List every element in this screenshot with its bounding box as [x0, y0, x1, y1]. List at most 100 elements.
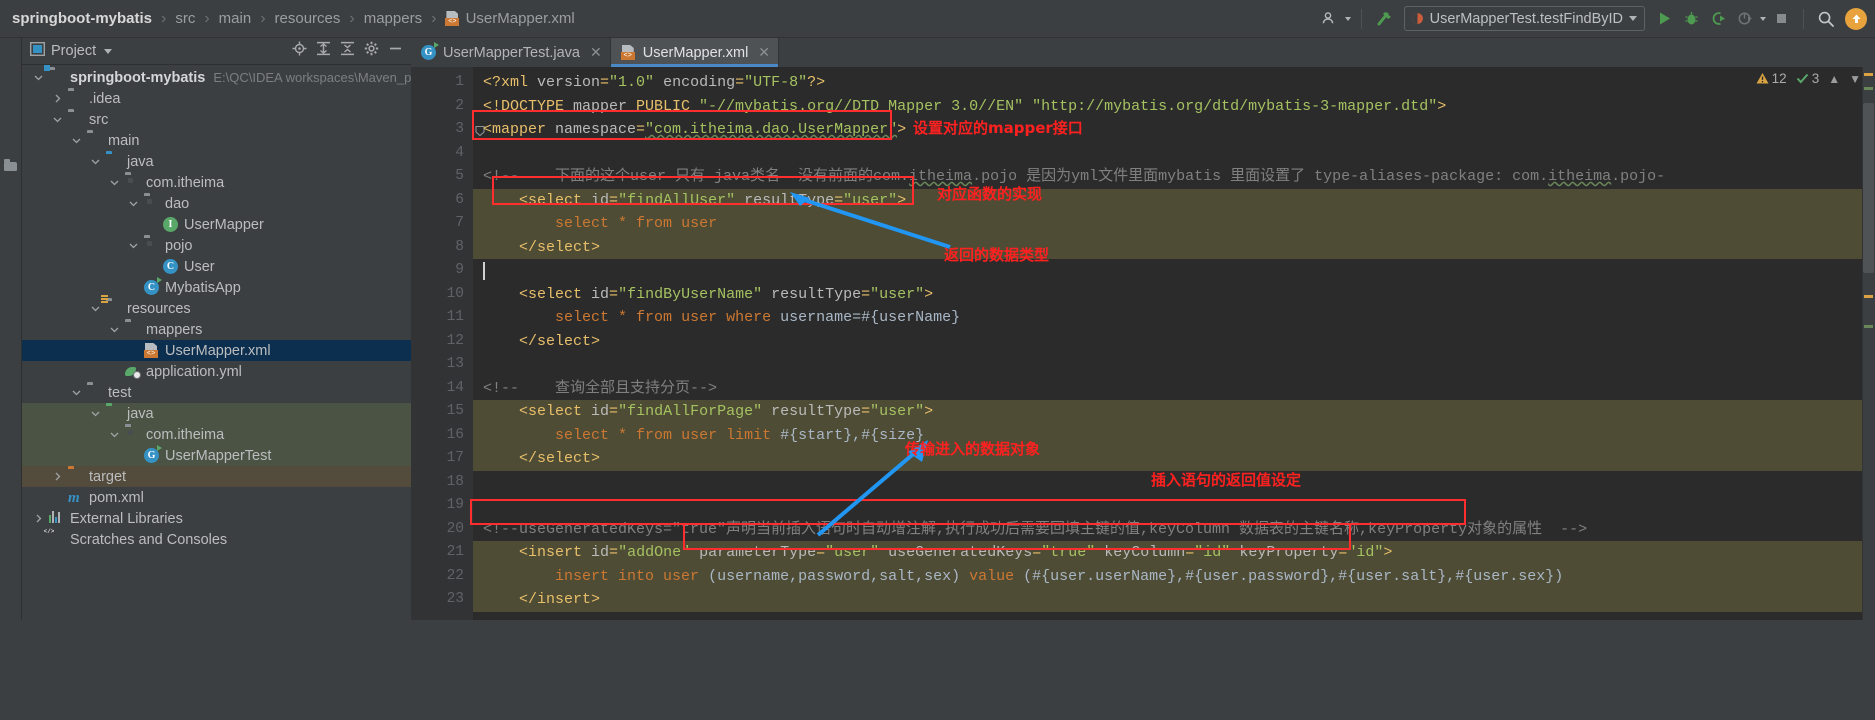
line-number-gutter[interactable]: 1 2 3 4 5 6 7 8 9 10 11 12 13 14 15 16 17 18 19 20 21 22 23	[411, 67, 485, 620]
gutter-line-4[interactable]: 4	[411, 142, 473, 166]
gutter-line-3[interactable]: 3	[411, 118, 485, 142]
gutter-line-8[interactable]: 8	[411, 236, 485, 260]
tree-row-com-itheima[interactable]: com.itheima	[22, 172, 411, 193]
code-line-12[interactable]: </select>	[473, 330, 1875, 354]
code-line-10[interactable]: <select id="findByUserName" resultType="…	[473, 283, 1875, 307]
breadcrumb-item-mappers[interactable]: mappers	[362, 10, 424, 27]
profiler-button[interactable]	[1733, 6, 1757, 32]
chevron-down-icon[interactable]	[1629, 16, 1637, 21]
code-line-11[interactable]: select * from user where username=#{user…	[473, 306, 1875, 330]
code-line-20[interactable]: <!--useGeneratedKeys="true"声明当前插入语句时自动增注…	[473, 518, 1875, 542]
tree-row-mybatisapp[interactable]: C MybatisApp	[22, 276, 411, 298]
expand-all-icon[interactable]	[316, 41, 331, 61]
hide-panel-icon[interactable]	[388, 41, 403, 61]
collapse-all-icon[interactable]	[340, 41, 355, 61]
code-line-6[interactable]: <select id="findAllUser" resultType="use…	[473, 188, 1875, 212]
chevron-down-icon[interactable]	[70, 388, 83, 397]
code-line-16[interactable]: select * from user limit #{start},#{size…	[473, 423, 1875, 447]
chevron-right-icon[interactable]	[51, 472, 64, 481]
code-line-2[interactable]: <!DOCTYPE mapper PUBLIC "-//mybatis.org/…	[473, 95, 1875, 119]
tree-row-resources[interactable]: resources	[22, 294, 411, 319]
tree-row-usermapper[interactable]: I UserMapper	[22, 214, 411, 235]
code-line-18[interactable]	[473, 471, 1875, 495]
gutter-line-15[interactable]: 15	[411, 400, 485, 424]
stripe-info-mark-2[interactable]	[1864, 325, 1873, 328]
tree-row-java[interactable]: java	[22, 151, 411, 172]
gutter-line-7[interactable]: 7	[411, 212, 473, 236]
tree-row-target[interactable]: target	[22, 466, 411, 487]
locate-icon[interactable]	[292, 41, 307, 61]
tree-row-mappers[interactable]: mappers	[22, 319, 411, 340]
gutter-line-1[interactable]: 1	[411, 71, 473, 95]
code-line-14[interactable]: <!-- 查询全部且支持分页-->	[473, 377, 1875, 401]
close-icon[interactable]: ✕	[758, 44, 770, 61]
run-configuration-selector[interactable]: UserMapperTest.testFindByID	[1403, 6, 1645, 31]
chevron-down-icon[interactable]	[89, 409, 102, 418]
chevron-right-icon[interactable]	[51, 94, 64, 103]
tree-row--idea[interactable]: .idea	[22, 88, 411, 109]
chevron-down-icon[interactable]: ▼	[1849, 72, 1861, 86]
code-line-22[interactable]: insert into user (username,password,salt…	[473, 564, 1875, 588]
gutter-line-17[interactable]: 17	[411, 447, 485, 471]
chevron-down-icon[interactable]	[108, 325, 121, 334]
code-line-1[interactable]: <?xml version="1.0" encoding="UTF-8"?>	[473, 71, 1875, 95]
stripe-info-mark[interactable]	[1864, 87, 1873, 90]
project-tree[interactable]: springboot-mybatis E:\QC\IDEA workspaces\…	[22, 65, 411, 620]
inspection-widget[interactable]: 12 3 ▲ ▼	[1756, 71, 1861, 86]
editor-tab-usermapper-xml[interactable]: <> UserMapper.xml ✕	[610, 38, 780, 67]
gutter-line-23[interactable]: 23	[411, 588, 485, 612]
tree-row-java[interactable]: java	[22, 403, 411, 424]
gutter-line-16[interactable]: 16	[411, 424, 473, 448]
stripe-warning-mark[interactable]	[1864, 73, 1873, 76]
chevron-down-icon[interactable]	[127, 199, 140, 208]
tree-row-springboot-mybatis[interactable]: springboot-mybatis E:\QC\IDEA workspaces\…	[22, 65, 411, 88]
code-line-23[interactable]: </insert>	[473, 588, 1875, 612]
gutter-line-22[interactable]: 22	[411, 565, 473, 589]
chevron-down-icon[interactable]	[127, 241, 140, 250]
close-icon[interactable]: ✕	[590, 44, 602, 61]
project-view-chevron-down-icon[interactable]	[104, 48, 113, 54]
user-dropdown-chevron-icon[interactable]	[1344, 16, 1351, 21]
code-line-9[interactable]	[473, 259, 1875, 283]
update-available-icon[interactable]	[1845, 7, 1867, 30]
gutter-line-14[interactable]: 14	[411, 377, 473, 401]
build-hammer-icon[interactable]	[1372, 6, 1397, 32]
gutter-line-12[interactable]: 12	[411, 330, 473, 354]
breadcrumb-item-usermapper-xml[interactable]: <> UserMapper.xml	[443, 10, 576, 27]
chevron-right-icon[interactable]	[32, 514, 45, 523]
search-icon[interactable]	[1814, 6, 1838, 32]
debug-button[interactable]	[1679, 6, 1703, 32]
code-line-17[interactable]: </select>	[473, 447, 1875, 471]
code-line-3[interactable]: <mapper namespace="com.itheima.dao.UserM…	[473, 118, 1875, 142]
run-with-coverage-button[interactable]	[1706, 6, 1730, 32]
gutter-line-21[interactable]: 21	[411, 541, 485, 565]
profiler-chevron-down-icon[interactable]	[1760, 16, 1766, 21]
tree-row-usermapper-xml[interactable]: <> UserMapper.xml	[22, 340, 411, 361]
tree-row-src[interactable]: src	[22, 109, 411, 130]
code-editor[interactable]: 1 2 3 4 5 6 7 8 9 10 11 12 13 14 15 16 17 18 19 20 21 22 23 <?…	[411, 67, 1875, 620]
code-content[interactable]: <?xml version="1.0" encoding="UTF-8"?> <!…	[473, 67, 1875, 620]
code-line-19[interactable]	[473, 494, 1875, 518]
code-line-5[interactable]: <!-- 下面的这个user 只有 java类名 没有前面的com.itheim…	[473, 165, 1875, 189]
run-button[interactable]	[1652, 6, 1676, 32]
gutter-line-18[interactable]: 18	[411, 471, 473, 495]
gutter-line-11[interactable]: 11	[411, 306, 473, 330]
chevron-down-icon[interactable]	[108, 178, 121, 187]
gutter-line-9[interactable]: 9	[411, 259, 473, 283]
tree-row-dao[interactable]: dao	[22, 193, 411, 214]
tree-row-pom-xml[interactable]: m pom.xml	[22, 487, 411, 508]
gutter-line-5[interactable]: 5	[411, 165, 473, 189]
chevron-down-icon[interactable]	[32, 73, 45, 82]
tree-row-com-itheima[interactable]: com.itheima	[22, 424, 411, 445]
tree-row-user[interactable]: C User	[22, 256, 411, 277]
structure-folder-icon[interactable]	[4, 159, 17, 171]
gutter-line-13[interactable]: 13	[411, 353, 473, 377]
stop-button[interactable]	[1769, 6, 1793, 32]
chevron-down-icon[interactable]	[70, 136, 83, 145]
user-icon[interactable]	[1318, 6, 1342, 32]
code-line-7[interactable]: select * from user	[473, 212, 1875, 236]
code-line-15[interactable]: <select id="findAllForPage" resultType="…	[473, 400, 1875, 424]
chevron-down-icon[interactable]	[51, 115, 64, 124]
tree-row-pojo[interactable]: pojo	[22, 235, 411, 256]
code-line-4[interactable]	[473, 142, 1875, 166]
